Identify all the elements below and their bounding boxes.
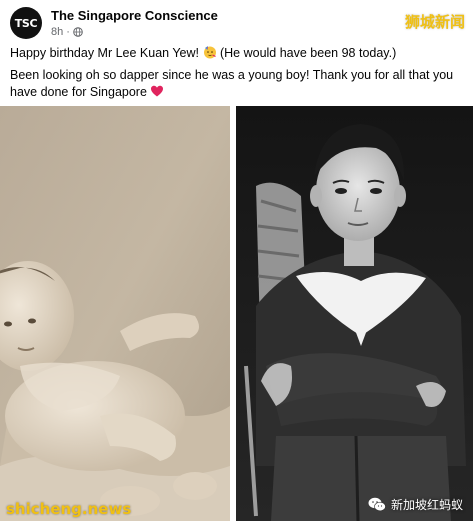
- watermark-top-right: 狮城新闻: [404, 13, 465, 31]
- post-line-1: Happy birthday Mr Lee Kuan Yew! (He woul…: [10, 45, 465, 62]
- post-line-2a: Been looking oh so dapper since he was a…: [10, 68, 454, 99]
- post-line-2: Been looking oh so dapper since he was a…: [10, 67, 465, 101]
- post-line-1a: Happy birthday Mr Lee Kuan Yew!: [10, 46, 200, 60]
- separator-dot: ·: [66, 26, 70, 38]
- boy-photo-image: [236, 106, 473, 521]
- post-time[interactable]: 8h: [51, 26, 63, 38]
- baby-photo[interactable]: [0, 106, 230, 521]
- post-meta: 8h ·: [51, 26, 83, 38]
- post-text: Happy birthday Mr Lee Kuan Yew! (He woul…: [10, 45, 465, 106]
- baby-photo-image: [0, 106, 230, 521]
- watermark-bottom-left: shicheng.news: [6, 500, 132, 518]
- photo-grid: shicheng.news 新加坡红蚂蚁: [0, 106, 473, 521]
- facebook-post: TSC The Singapore Conscience 8h · 狮城新闻 H…: [0, 0, 473, 521]
- watermark-bottom-right-text: 新加坡红蚂蚁: [390, 498, 463, 512]
- page-name-link[interactable]: The Singapore Conscience: [51, 8, 218, 23]
- partying-face-emoji: [203, 46, 216, 59]
- page-avatar[interactable]: TSC: [10, 7, 42, 39]
- boy-photo[interactable]: [236, 106, 473, 521]
- watermark-bottom-right: 新加坡红蚂蚁: [368, 496, 463, 513]
- red-heart-emoji: [151, 85, 164, 97]
- wechat-icon: [368, 497, 386, 512]
- globe-icon[interactable]: [73, 27, 83, 37]
- post-header: TSC The Singapore Conscience 8h ·: [10, 7, 465, 41]
- post-line-1b: (He would have been 98 today.): [219, 46, 397, 60]
